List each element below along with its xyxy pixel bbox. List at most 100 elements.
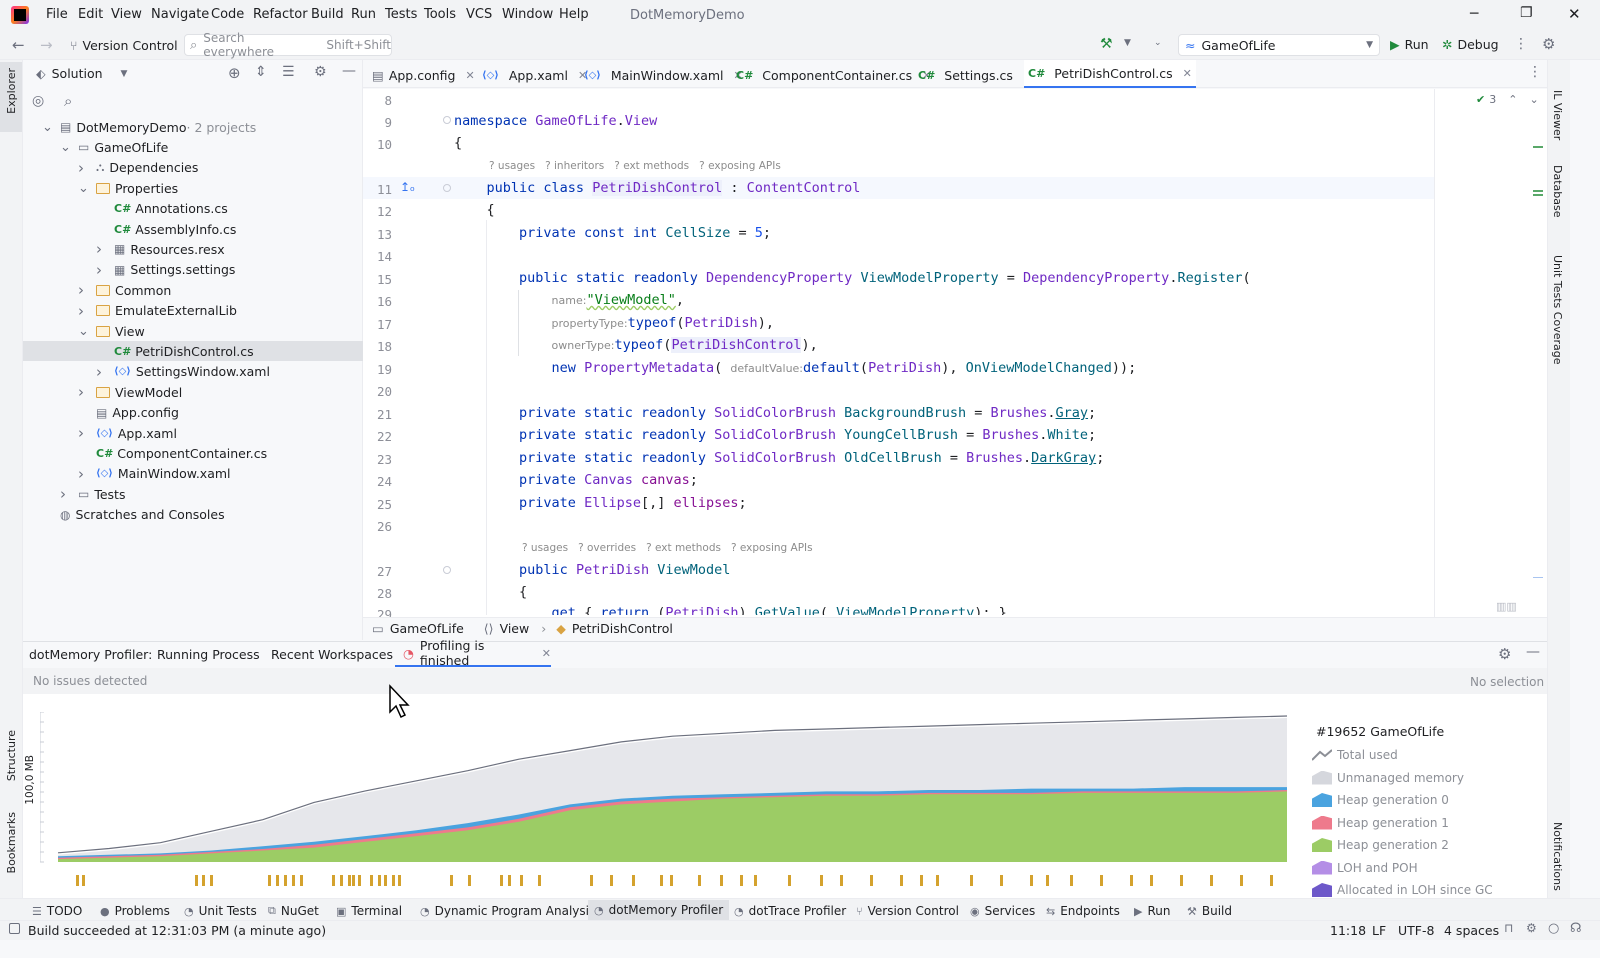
hide-panel-icon[interactable]: — (342, 63, 356, 79)
status-toggle-icon[interactable] (9, 923, 20, 934)
build-hammer-icon[interactable]: ⚒ (1100, 36, 1113, 52)
tool-window-services[interactable]: ◉ Services (970, 904, 1035, 918)
editor-tab[interactable]: ⟨◇⟩ MainWindow.xaml ✕ (584, 62, 743, 88)
tree-item[interactable]: ⌄ ▭ GameOfLife (60, 137, 168, 157)
tree-item[interactable]: › ⟨◇⟩ App.xaml (78, 423, 177, 443)
memory-timeline-chart[interactable] (40, 712, 1290, 890)
tree-item[interactable]: › ⟨◇⟩ MainWindow.xaml (78, 464, 231, 484)
indent-setting[interactable]: 4 spaces (1444, 923, 1499, 938)
chevron-right-icon[interactable]: › (78, 465, 84, 483)
tree-item[interactable]: › ▭ Tests (60, 484, 125, 504)
close-window-button[interactable]: ✕ (1568, 5, 1581, 23)
line-separator[interactable]: LF (1372, 923, 1386, 938)
status-message[interactable]: Build succeeded at 12:31:03 PM (a minute… (28, 923, 326, 938)
chevron-right-icon[interactable]: › (78, 159, 84, 177)
chevron-down-icon[interactable]: ⌄ (42, 120, 53, 135)
side-tab-structure[interactable]: Structure (5, 730, 18, 781)
tool-window-dotmemory-profiler[interactable]: ◔ dotMemory Profiler (588, 900, 730, 920)
chevron-right-icon[interactable]: › (96, 261, 102, 279)
tab-recent-workspaces[interactable]: Recent Workspaces (271, 647, 393, 662)
side-tab-bookmarks[interactable]: Bookmarks (5, 812, 18, 873)
tree-item[interactable]: C# AssemblyInfo.cs (114, 219, 236, 239)
next-highlight-icon[interactable]: ⌄ (1529, 93, 1538, 106)
breadcrumb-item-project[interactable]: GameOfLife (390, 621, 464, 636)
tab-more-icon[interactable]: ⋮ (1528, 64, 1542, 80)
tab-running-process[interactable]: Running Process (157, 647, 260, 662)
run-config-expand-icon[interactable]: ⌄ (1154, 38, 1162, 48)
fold-marker[interactable] (443, 566, 451, 574)
legend-item[interactable]: Heap generation 0 (1312, 793, 1449, 807)
chevron-right-icon[interactable]: › (78, 424, 84, 442)
tool-window-dynamic-program-analysis[interactable]: ◔ Dynamic Program Analysis (420, 904, 595, 918)
tree-item[interactable]: › ▦ Resources.resx (96, 239, 225, 259)
tree-item[interactable]: › ▦ Settings.settings (96, 260, 235, 280)
tool-window-todo[interactable]: ☰ TODO (32, 904, 82, 918)
debugger-icon[interactable]: ⚙ (1526, 921, 1537, 935)
tool-window-dottrace-profiler[interactable]: ◔ dotTrace Profiler (734, 904, 846, 918)
chevron-down-icon[interactable]: ⌄ (78, 324, 89, 339)
search-everywhere-field[interactable]: ⌕ Search everywhere Shift+Shift (184, 31, 392, 59)
legend-item[interactable]: Heap generation 2 (1312, 838, 1449, 852)
back-arrow-icon[interactable]: ← (12, 36, 25, 54)
gutter-implement-icon[interactable]: ↥ₒ (400, 180, 415, 194)
menu-item-vcs[interactable]: VCS (466, 7, 492, 22)
menu-item-refactor[interactable]: Refactor (253, 7, 308, 22)
menu-item-navigate[interactable]: Navigate (151, 7, 209, 22)
status-circle-icon[interactable]: ○ (1548, 921, 1559, 936)
tree-item[interactable]: ⌄ View (78, 321, 145, 341)
tree-item[interactable]: › ViewModel (78, 382, 182, 402)
editor-tab[interactable]: ▤ App.config ✕ (372, 62, 475, 88)
menu-item-view[interactable]: View (111, 7, 142, 22)
tool-window-endpoints[interactable]: ⇆ Endpoints (1046, 904, 1120, 918)
tool-window-build[interactable]: ⚒ Build (1187, 904, 1232, 918)
file-encoding[interactable]: UTF-8 (1398, 923, 1434, 938)
editor-tab[interactable]: C#Settings.cs✕ (918, 62, 1032, 88)
app-logo[interactable] (11, 6, 29, 24)
run-button[interactable]: ▶ Run (1390, 37, 1429, 52)
collapse-all-icon[interactable]: ☰ (282, 64, 295, 80)
legend-item[interactable]: Total used (1311, 748, 1398, 762)
solution-header[interactable]: ⬖ Solution ▼ (36, 66, 127, 81)
legend-item[interactable]: Unmanaged memory (1312, 770, 1464, 785)
side-tab-unit-tests-coverage[interactable]: Unit Tests Coverage (1551, 255, 1564, 364)
tree-item[interactable]: C# ComponentContainer.cs (96, 443, 267, 463)
side-tab-il-viewer[interactable]: IL Viewer (1551, 90, 1564, 140)
menu-item-window[interactable]: Window (502, 7, 553, 22)
chevron-right-icon[interactable]: › (78, 383, 84, 401)
tree-item[interactable]: › EmulateExternalLib (78, 301, 237, 321)
editor-tab[interactable]: ⟨◇⟩ App.xaml ✕ (482, 62, 587, 88)
tool-window-run[interactable]: ▶ Run (1134, 904, 1170, 918)
fold-marker[interactable] (443, 116, 451, 124)
caret-position[interactable]: 11:18 (1330, 923, 1366, 938)
menu-item-build[interactable]: Build (311, 7, 344, 22)
panel-settings-icon[interactable]: ⚙ (314, 64, 327, 80)
side-tab-database[interactable]: Database (1551, 165, 1564, 218)
chevron-right-icon[interactable]: › (78, 281, 84, 299)
menu-item-edit[interactable]: Edit (78, 7, 103, 22)
code-vision-lens-class[interactable]: ? usages ? inheritors ? ext methods ? ex… (489, 160, 781, 172)
more-actions-icon[interactable]: ⋮ (1514, 36, 1528, 52)
locate-icon[interactable]: ⊕ (228, 64, 241, 82)
chevron-down-icon[interactable]: ⌄ (60, 140, 71, 155)
profiler-settings-icon[interactable]: ⚙ (1498, 645, 1511, 663)
tool-window-version-control[interactable]: ⑂ Version Control (856, 904, 959, 918)
readonly-lock-icon[interactable]: ⊓ (1504, 921, 1513, 935)
prev-highlight-icon[interactable]: ⌃ (1508, 93, 1517, 106)
tree-item[interactable]: C# Annotations.cs (114, 199, 228, 219)
tool-window-terminal[interactable]: ▣ Terminal (336, 904, 402, 918)
hide-profiler-icon[interactable]: — (1526, 644, 1540, 660)
expand-all-icon[interactable]: ⇕ (255, 64, 267, 80)
chevron-right-icon[interactable]: › (60, 485, 66, 503)
tree-item[interactable]: C# PetriDishControl.cs (114, 341, 254, 361)
menu-item-code[interactable]: Code (211, 7, 244, 22)
tool-window-nuget[interactable]: ⧉ NuGet (268, 904, 319, 918)
side-tab-notifications[interactable]: Notifications (1551, 822, 1564, 891)
menu-item-file[interactable]: File (46, 7, 68, 22)
inspection-widget[interactable]: ✔ 3 ⌃ ⌄ (1476, 93, 1539, 106)
close-tab-icon[interactable]: ✕ (542, 647, 551, 660)
tree-item[interactable]: ⌄ Properties (78, 178, 178, 198)
chevron-right-icon[interactable]: › (78, 302, 84, 320)
editor-tab[interactable]: C# PetriDishControl.cs ✕ (1024, 60, 1196, 88)
side-tab-explorer[interactable]: Explorer (5, 68, 18, 114)
tree-item[interactable]: ⌄ ▤ DotMemoryDemo · 2 projects (42, 117, 256, 137)
